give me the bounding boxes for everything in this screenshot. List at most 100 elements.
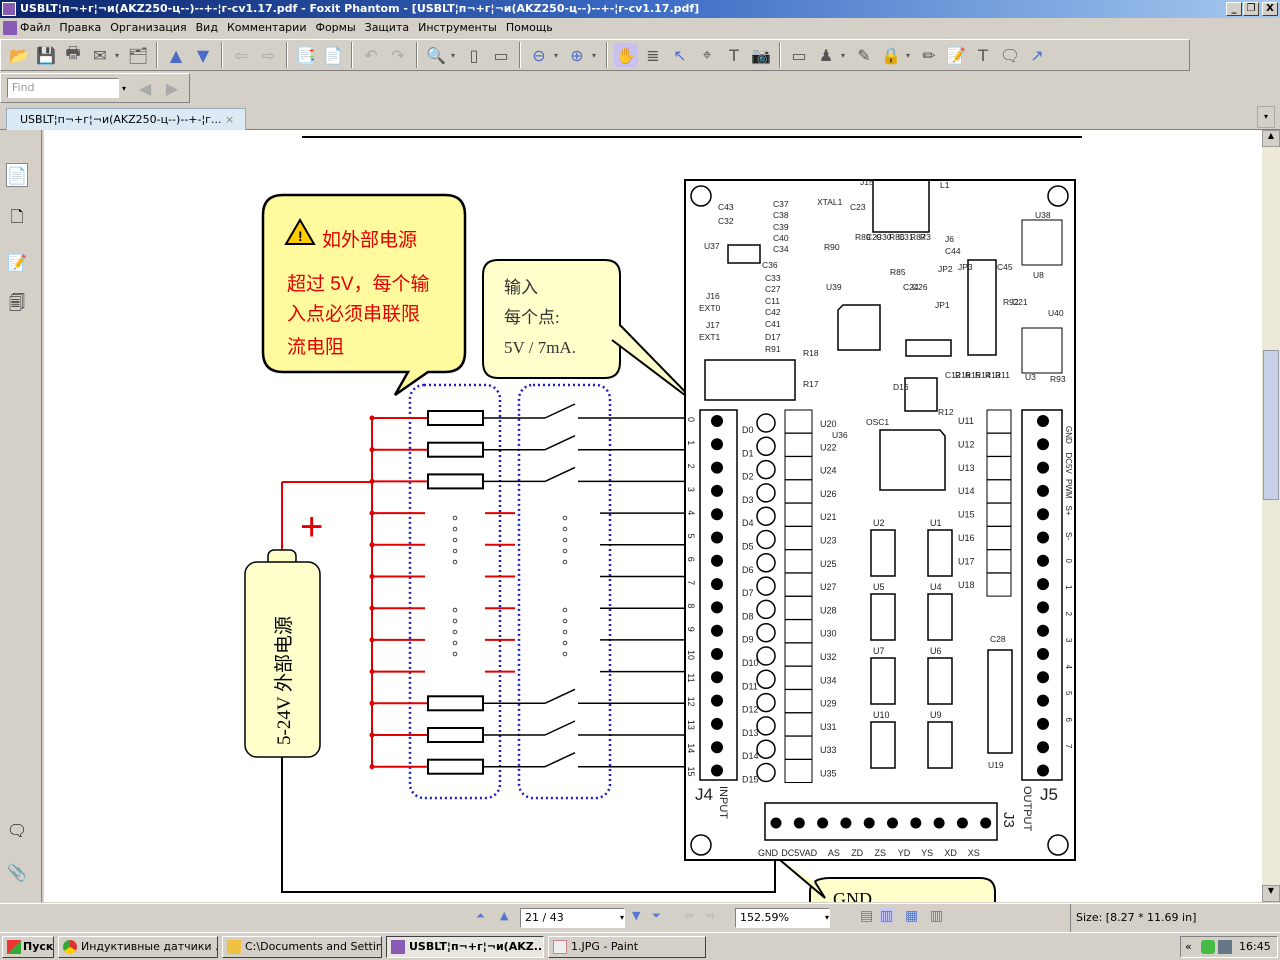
document-menu-icon[interactable] (3, 21, 17, 35)
taskbar-item-foxit[interactable]: USBLT¦п¬+г¦¬и(AKZ... (386, 936, 544, 958)
dropdown-arrow-icon[interactable]: ▾ (906, 51, 914, 60)
attach-icon[interactable]: ✎ (852, 43, 876, 67)
comments-panel-icon[interactable]: 🗨 (6, 818, 28, 842)
select-arrow-icon[interactable]: ↖ (668, 43, 692, 67)
security-tray-icon[interactable] (1201, 940, 1215, 954)
redo-icon[interactable]: ↷ (386, 43, 410, 67)
zoom-input[interactable]: 152.59% ▾ (735, 908, 830, 928)
foxit-app-icon (2, 2, 16, 16)
print-icon[interactable]: 🖶 (61, 43, 85, 67)
restore-button[interactable]: ❐ (1243, 2, 1259, 16)
menu-organize[interactable]: Организация (110, 21, 186, 34)
continuous-facing-view-icon[interactable]: ▥ (930, 908, 943, 924)
menu-file[interactable]: Файл (20, 21, 50, 34)
input-spec-line: 输入 (504, 278, 538, 297)
component-label: R17 (803, 379, 819, 389)
snapshot-icon[interactable]: 📷 (749, 43, 773, 67)
find-previous-button[interactable]: ◀ (133, 76, 157, 100)
fit-width-icon[interactable]: ▭ (489, 43, 513, 67)
bookmarks-icon[interactable]: 🗋 (6, 207, 28, 231)
document-tab[interactable]: USBLT¦п¬+г¦¬и(AKZ250-ц--)--+-¦г... × (6, 108, 246, 130)
dropdown-arrow-icon[interactable]: ▾ (841, 51, 849, 60)
menu-comments[interactable]: Комментарии (227, 21, 307, 34)
taskbar-item-paint[interactable]: 1.JPG - Paint (548, 936, 706, 958)
back-icon[interactable]: ⇦ (229, 43, 253, 67)
document-view[interactable]: ! 如外部电源 超过 5V，每个输 入点必须串联限 流电阻 输入 每个点: 5V / 7mA.… (44, 130, 1262, 902)
undo-icon[interactable]: ↶ (359, 43, 383, 67)
menu-help[interactable]: Помощь (506, 21, 553, 34)
arrow-icon[interactable]: ↗ (1025, 43, 1049, 67)
last-page-button[interactable]: ⏷ (652, 909, 661, 923)
fit-page-icon[interactable]: ▯ (462, 43, 486, 67)
close-button[interactable]: X (1262, 2, 1278, 16)
find-dropdown[interactable]: ▾ (122, 84, 130, 93)
component-label: R93 (1050, 374, 1066, 384)
zoom-in-tool-icon[interactable]: 🔍 (424, 43, 448, 67)
pencil-icon[interactable]: ✏ (917, 43, 941, 67)
taskbar-item-browser[interactable]: Индуктивные датчики ... (58, 936, 218, 958)
network-tray-icon[interactable] (1218, 940, 1232, 954)
menu-protect[interactable]: Защита (365, 21, 409, 34)
tab-close-icon[interactable]: × (225, 113, 234, 126)
pages-panel-icon[interactable]: 📄 (6, 163, 28, 187)
forward-view-button[interactable]: ⇨ (706, 909, 715, 922)
text-box-icon[interactable]: T (971, 43, 995, 67)
signatures-icon[interactable]: 🗐 (6, 293, 28, 317)
menu-tools[interactable]: Инструменты (418, 21, 497, 34)
scroll-thumb[interactable] (1263, 350, 1279, 500)
next-page-button[interactable]: ▼ (632, 909, 640, 922)
dropdown-arrow-icon[interactable]: ▾ (115, 51, 123, 60)
menu-forms[interactable]: Формы (315, 21, 355, 34)
menu-edit[interactable]: Правка (59, 21, 101, 34)
taskbar-item-explorer[interactable]: C:\Documents and Settin... (222, 936, 382, 958)
typewriter-icon[interactable]: T (722, 43, 746, 67)
vertical-scrollbar[interactable]: ▲ ▼ (1262, 130, 1280, 902)
menu-view[interactable]: Вид (196, 21, 218, 34)
dropdown-arrow-icon[interactable]: ▾ (592, 51, 600, 60)
previous-page-button[interactable]: ▲ (500, 909, 508, 922)
output-optocoupler-label: U18 (958, 580, 975, 590)
minimize-button[interactable]: _ (1226, 2, 1242, 16)
layers-icon[interactable]: 📝 (6, 250, 28, 274)
ellipsis-dot (452, 548, 458, 554)
continuous-view-icon[interactable]: ▥ (880, 908, 894, 924)
find-next-button[interactable]: ▶ (160, 76, 184, 100)
dropdown-arrow-icon[interactable]: ▾ (554, 51, 562, 60)
facing-view-icon[interactable]: ▦ (905, 908, 918, 924)
optocoupler-label: U32 (820, 652, 837, 662)
edit-doc-icon[interactable]: 📝 (944, 43, 968, 67)
tab-list-dropdown[interactable]: ▾ (1257, 106, 1275, 128)
scroll-up-button[interactable]: ▲ (1262, 130, 1280, 147)
save-icon[interactable]: 💾 (34, 43, 58, 67)
start-button[interactable]: Пуск (2, 936, 54, 958)
output-pin (1037, 461, 1049, 474)
zoom-in-icon[interactable]: ⊕ (565, 43, 589, 67)
rectangle-icon[interactable]: ▭ (787, 43, 811, 67)
hand-tool-icon[interactable]: ✋ (614, 43, 638, 67)
scan-icon[interactable]: 🗂 (126, 43, 150, 67)
stamp-icon[interactable]: ♟ (814, 43, 838, 67)
lock-icon[interactable]: 🔒 (879, 43, 903, 67)
page-number-input[interactable]: 21 / 43 ▾ (520, 908, 625, 928)
back-view-button[interactable]: ⇦ (684, 909, 693, 922)
find-input[interactable]: Find (7, 78, 119, 98)
extract-page-icon[interactable]: 📄 (321, 43, 345, 67)
page-number: 21 / 43 (525, 911, 564, 924)
tray-expand-button[interactable]: « (1185, 940, 1192, 953)
email-icon[interactable]: ✉ (88, 43, 112, 67)
forward-icon[interactable]: ⇨ (256, 43, 280, 67)
zoom-out-icon[interactable]: ⊖ (527, 43, 551, 67)
single-page-view-icon[interactable]: ▤ (860, 908, 873, 924)
dropdown-arrow-icon[interactable]: ▾ (451, 51, 459, 60)
page-up-icon[interactable]: ▲ (164, 43, 188, 67)
first-page-button[interactable]: ⏶ (476, 909, 485, 923)
attachments-icon[interactable]: 📎 (6, 860, 28, 884)
open-folder-icon[interactable]: 📂 (7, 43, 31, 67)
scroll-down-button[interactable]: ▼ (1262, 885, 1280, 902)
find-binoculars-icon[interactable]: ⌖ (695, 43, 719, 67)
text-select-icon[interactable]: ≣ (641, 43, 665, 67)
insert-page-icon[interactable]: 📑 (294, 43, 318, 67)
input-pin (711, 671, 723, 684)
note-icon[interactable]: 🗨 (998, 43, 1022, 67)
page-down-icon[interactable]: ▼ (191, 43, 215, 67)
